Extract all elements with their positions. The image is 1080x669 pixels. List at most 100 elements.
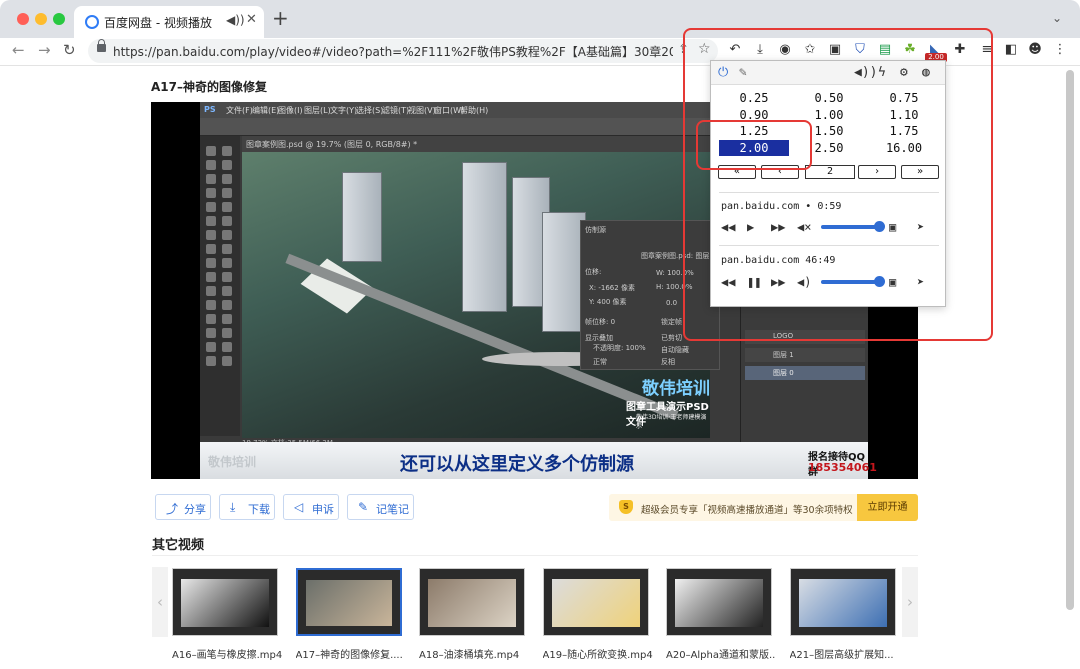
ps-tool-icon [222, 300, 232, 310]
divider [152, 555, 918, 556]
video-thumbnail[interactable] [789, 568, 896, 636]
thumbnail-label[interactable]: A19–随心所欲变换.mp4 [543, 646, 653, 661]
clone-invert: 反相 [661, 358, 675, 366]
browser-window: 百度网盘 - 视频播放 ◀)) ✕ + ⌄ ← → ↻ https://pan.… [0, 0, 1080, 669]
ps-document-name: 图章案例图.psd @ 19.7% (图层 0, RGB/8#) * [246, 140, 418, 149]
take-notes-button[interactable]: ✎ 记笔记 [347, 494, 414, 520]
video-thumbnail[interactable] [172, 568, 278, 636]
ps-tool-icon [222, 328, 232, 338]
ps-menu-item: 滤镜(T) [382, 106, 410, 115]
maximize-window-button[interactable] [53, 13, 65, 25]
ps-menu-item: 编辑(E) [252, 106, 280, 115]
seek-forward-button[interactable]: › [858, 165, 896, 179]
carousel-prev-button[interactable]: ‹ [152, 567, 168, 637]
thumbnail-label[interactable]: A18–油漆桶填充.mp4 [419, 646, 529, 661]
thumbnail-label[interactable]: A21–图层高级扩展知... [790, 646, 900, 661]
vip-shield-icon: S [619, 500, 633, 514]
power-icon[interactable]: ⏻ [718, 65, 728, 81]
baidu-pan-icon [85, 15, 99, 29]
lock-icon[interactable] [97, 39, 106, 52]
thumbnail-preview [551, 579, 640, 627]
clone-clipped: 已剪切 [661, 334, 682, 342]
speed-option[interactable]: 1.10 [869, 107, 939, 123]
back-icon[interactable]: ← [12, 41, 25, 59]
video-thumbnail[interactable] [666, 568, 772, 636]
video-thumbnail[interactable] [542, 568, 649, 636]
speed-option[interactable]: 0.75 [869, 90, 939, 106]
share-button[interactable]: ⤴ 分享 [155, 494, 211, 520]
volume-knob[interactable] [874, 276, 885, 287]
rewind-icon[interactable]: ◀◀ [721, 220, 735, 234]
rewind-icon[interactable]: ◀◀ [721, 275, 735, 289]
mute-icon[interactable]: ◀× [797, 220, 811, 234]
tab-baidu-pan[interactable]: 百度网盘 - 视频播放 ◀)) ✕ [74, 6, 264, 38]
clone-autohide: 自动隐藏 [661, 346, 689, 354]
url-text[interactable]: https://pan.baidu.com/play/video#/video?… [113, 43, 673, 60]
ps-menu-item: 帮助(H) [460, 106, 489, 115]
profile-avatar-icon[interactable]: ☻ [1027, 42, 1043, 58]
vip-promo-text: 超级会员专享「视频高速播放通道」等30余项特权 [641, 505, 853, 516]
github-icon[interactable]: ◍ [922, 65, 930, 81]
seek-step-input[interactable]: 2 [805, 165, 855, 179]
vip-activate-button[interactable]: 立即开通 [857, 494, 918, 521]
thumbnail-label[interactable]: A16–画笔与橡皮擦.mp4 [172, 646, 282, 661]
new-tab-button[interactable]: + [272, 8, 289, 28]
video-thumbnail[interactable] [295, 568, 402, 636]
page-scrollbar[interactable] [1066, 70, 1074, 610]
video-subtitle: 还可以从这里定义多个仿制源 [400, 454, 634, 475]
clone-y: Y: 400 像素 [589, 298, 627, 306]
speaker-icon[interactable]: ◀)) [226, 13, 245, 27]
fast-forward-icon[interactable]: ▶▶ [771, 220, 785, 234]
appeal-button[interactable]: ◁ 申诉 [283, 494, 339, 520]
ps-tool-icon [222, 216, 232, 226]
seek-forward-far-button[interactable]: » [901, 165, 939, 179]
ps-tool-icon [206, 314, 216, 324]
play-icon[interactable]: ▶ [747, 220, 754, 234]
ps-tool-icon [206, 286, 216, 296]
address-bar[interactable]: https://pan.baidu.com/play/video#/video?… [88, 39, 718, 63]
ps-menu-item: 视图(V) [408, 106, 436, 115]
close-window-button[interactable] [17, 13, 29, 25]
ps-tool-icon [222, 202, 232, 212]
vip-promo-bar: S 超级会员专享「视频高速播放通道」等30余项特权 立即开通 [609, 494, 918, 521]
pin-icon[interactable]: ✎ [739, 65, 747, 81]
volume-knob[interactable] [874, 221, 885, 232]
video-thumbnail[interactable] [419, 568, 525, 636]
thumbnail-preview [798, 579, 887, 627]
speed-option[interactable]: 0.25 [719, 90, 789, 106]
speed-control-popup: ⏻ ✎ ◀)) ϟ ⚙ ◍ 0.25 0.50 0.75 0.90 1.00 1.10 1.… [710, 60, 946, 307]
picture-in-picture-icon[interactable]: ▣ [889, 220, 896, 234]
cursor-icon[interactable]: ➤ [917, 220, 924, 234]
qq-number: 185354061 [808, 461, 877, 474]
cursor-icon[interactable]: ➤ [917, 275, 924, 289]
tab-title: 百度网盘 - 视频播放 [104, 16, 212, 30]
fast-forward-icon[interactable]: ▶▶ [771, 275, 785, 289]
ps-tool-icon [206, 342, 216, 352]
download-button[interactable]: ⤓ 下载 [219, 494, 275, 520]
ps-menu-item: 文件(F) [226, 106, 253, 115]
speed-option[interactable]: 1.75 [869, 123, 939, 139]
thumbnail-preview [181, 579, 269, 627]
thumbnail-label[interactable]: A20–Alpha通道和蒙版... [666, 646, 776, 661]
gear-icon[interactable]: ⚙ [900, 65, 908, 81]
ps-tool-icon [206, 160, 216, 170]
close-tab-icon[interactable]: ✕ [246, 12, 257, 27]
ps-tool-icon [222, 244, 232, 254]
volume-icon[interactable]: ◀)) [854, 65, 877, 81]
lightning-icon[interactable]: ϟ [878, 65, 886, 81]
picture-in-picture-icon[interactable]: ▣ [889, 275, 896, 289]
side-panel-icon[interactable]: ◧ [1003, 42, 1019, 58]
speed-option[interactable]: 0.50 [794, 90, 864, 106]
ps-toolbox [200, 136, 240, 436]
thumbnail-label[interactable]: A17–神奇的图像修复.... [296, 646, 406, 661]
volume-icon[interactable]: ◀) [797, 275, 811, 289]
forward-icon[interactable]: → [38, 41, 51, 59]
carousel-next-button[interactable]: › [902, 567, 918, 637]
clone-show-overlay: 显示叠加 [585, 334, 613, 342]
reload-icon[interactable]: ↻ [63, 41, 76, 59]
pause-icon[interactable]: ❚❚ [747, 275, 761, 289]
speed-option[interactable]: 16.00 [869, 140, 939, 156]
browser-menu-icon[interactable]: ⋮ [1052, 42, 1068, 58]
minimize-window-button[interactable] [35, 13, 47, 25]
tab-search-icon[interactable]: ⌄ [1052, 11, 1062, 25]
